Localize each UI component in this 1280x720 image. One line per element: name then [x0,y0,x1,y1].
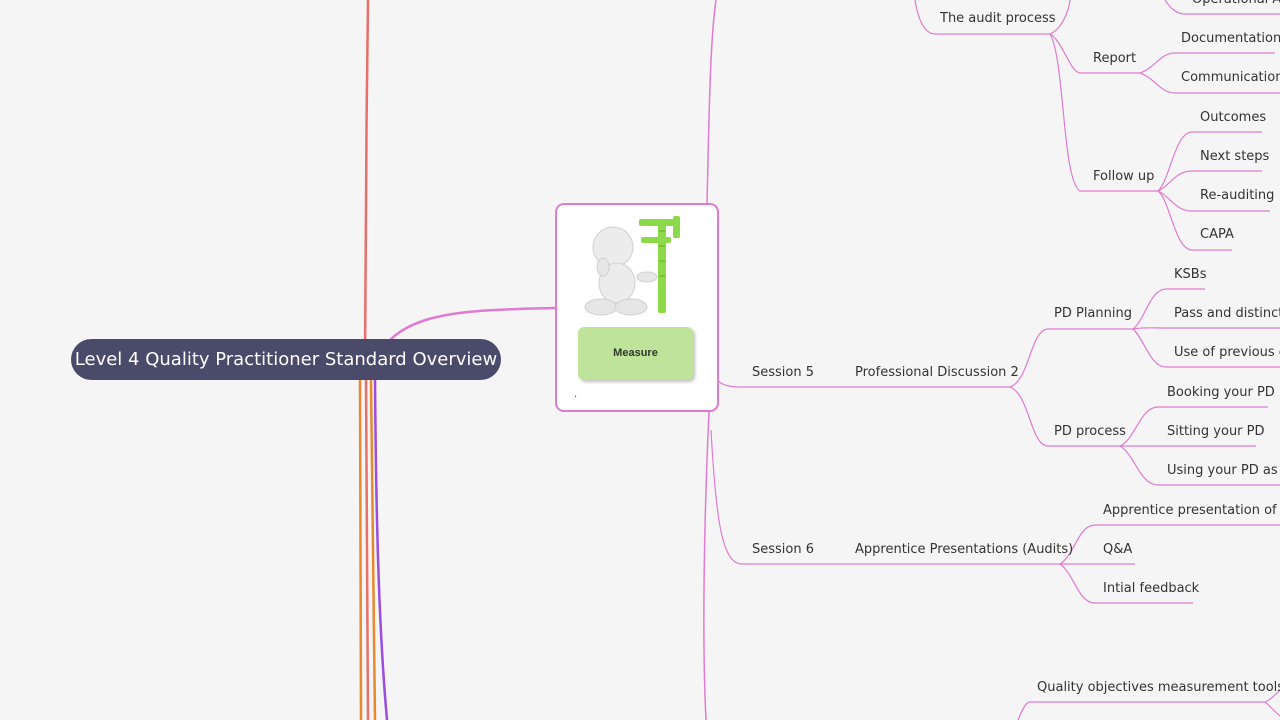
node-session-6[interactable]: Session 6 [752,542,814,558]
node-pass-distinction[interactable]: Pass and distinctio [1174,306,1280,322]
node-ksbs[interactable]: KSBs [1174,267,1206,283]
card-note: . [574,389,578,400]
node-communication[interactable]: Communication [1181,70,1280,86]
measure-card[interactable]: Measure . [555,203,719,412]
node-apprentice-presentation-of[interactable]: Apprentice presentation of Au [1103,503,1280,519]
node-using-pd[interactable]: Using your PD as ev [1167,463,1280,479]
branch-line-orange-1 [358,379,363,720]
node-professional-discussion-2[interactable]: Professional Discussion 2 [855,365,1019,381]
node-pd-process[interactable]: PD process [1054,424,1126,440]
thinking-figure-caliper-icon [584,216,680,316]
node-next-steps[interactable]: Next steps [1200,149,1269,165]
node-documentation[interactable]: Documentation [1181,31,1280,47]
root-to-card-line [389,306,556,341]
node-pd-planning[interactable]: PD Planning [1054,306,1132,322]
node-audit-process[interactable]: The audit process [940,11,1056,27]
node-initial-feedback[interactable]: Intial feedback [1103,581,1199,597]
node-operational[interactable]: Operational Ac [1192,0,1280,8]
trunk-top [706,0,717,204]
node-follow-up[interactable]: Follow up [1093,169,1154,185]
node-sitting-pd[interactable]: Sitting your PD [1167,424,1265,440]
node-use-previous[interactable]: Use of previous ev [1174,345,1280,361]
node-booking-pd[interactable]: Booking your PD [1167,385,1275,401]
branch-line-red [363,0,370,361]
node-qa[interactable]: Q&A [1103,542,1132,558]
node-apprentice-presentations[interactable]: Apprentice Presentations (Audits) [855,542,1073,558]
branch-line-red-2 [364,379,370,720]
root-node[interactable]: Level 4 Quality Practitioner Standard Ov… [71,339,501,380]
branch-line-purple [373,379,389,720]
node-report[interactable]: Report [1093,51,1136,67]
node-re-auditing[interactable]: Re-auditing [1200,188,1274,204]
node-outcomes[interactable]: Outcomes [1200,110,1266,126]
measure-button[interactable]: Measure [578,327,693,380]
trunk-bottom [703,411,710,720]
node-capa[interactable]: CAPA [1200,227,1234,243]
node-quality-objectives[interactable]: Quality objectives measurement tools [1037,680,1280,696]
node-session-5[interactable]: Session 5 [752,365,814,381]
